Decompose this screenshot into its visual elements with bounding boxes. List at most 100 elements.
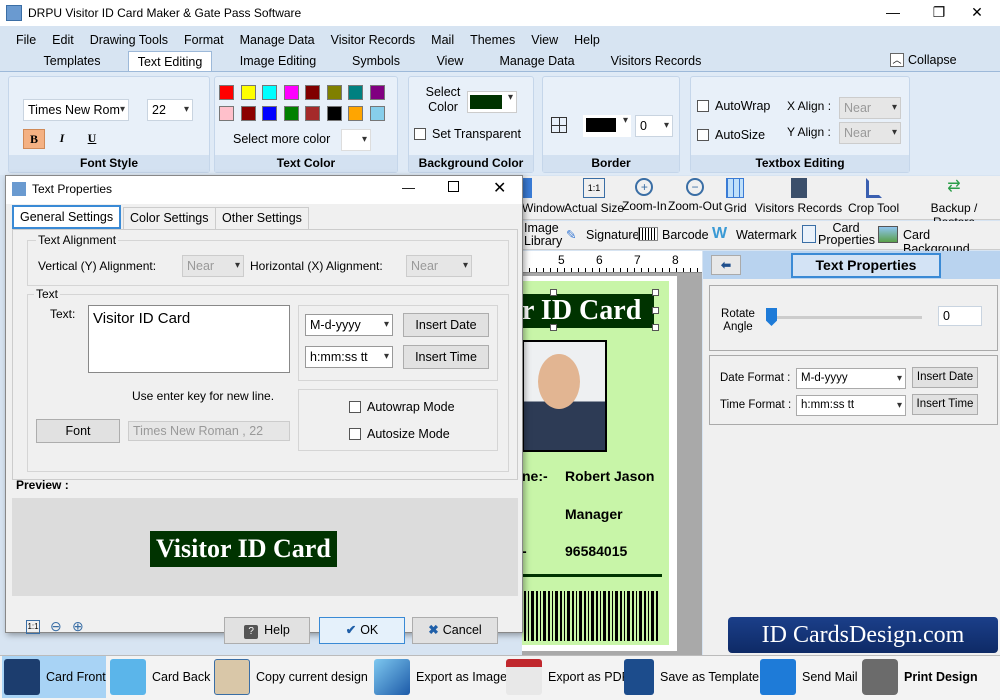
image-library-button[interactable]: Image Library — [524, 222, 564, 248]
menu-themes[interactable]: Themes — [462, 30, 523, 50]
text-input[interactable]: Visitor ID Card — [88, 305, 290, 373]
insert-date-button[interactable]: Insert Date — [403, 313, 489, 337]
resize-handle[interactable] — [652, 324, 659, 331]
visitors-records-button[interactable]: Visitors Records — [755, 178, 842, 215]
autosize-checkbox[interactable]: AutoSize — [697, 128, 765, 142]
date-format-select[interactable]: M-d-yyyy — [796, 368, 906, 389]
autowrap-mode-checkbox[interactable]: Autowrap Mode — [349, 400, 455, 414]
resize-handle[interactable] — [550, 324, 557, 331]
font-family-select[interactable]: Times New Rom — [23, 99, 129, 121]
tab-general-settings[interactable]: General Settings — [12, 205, 122, 229]
color-swatch[interactable] — [369, 85, 385, 100]
time-format-select[interactable]: h:mm:ss tt — [796, 395, 906, 416]
visitor-photo[interactable] — [522, 340, 607, 452]
crop-tool-button[interactable]: Crop Tool — [848, 178, 899, 215]
actual-size-button[interactable]: 1:1 Actual Size — [564, 178, 624, 215]
date-format-select[interactable]: M-d-yyyy — [305, 314, 393, 336]
x-align-select[interactable]: Near — [839, 97, 901, 119]
ok-button[interactable]: ✔ OK — [319, 617, 405, 644]
color-swatch[interactable] — [348, 106, 363, 121]
card-front-button[interactable]: Card Front — [2, 656, 106, 698]
border-color-picker[interactable] — [583, 115, 631, 137]
copy-design-button[interactable]: Copy current design — [214, 656, 368, 698]
color-swatch[interactable] — [240, 106, 256, 121]
tab-templates[interactable]: Templates — [36, 51, 108, 72]
close-button[interactable]: ✕ — [954, 0, 1000, 26]
color-swatch[interactable] — [326, 106, 342, 121]
menu-mail[interactable]: Mail — [423, 30, 462, 50]
visitor-phone[interactable]: 96584015 — [565, 543, 627, 559]
color-swatch[interactable] — [326, 85, 342, 100]
cancel-button[interactable]: ✖ Cancel — [412, 617, 498, 644]
id-card[interactable]: r ID Card ne:- Robert Jason Manager - 96… — [522, 281, 669, 645]
bold-button[interactable]: B — [23, 129, 45, 149]
tab-view[interactable]: View — [428, 51, 472, 72]
color-swatch[interactable] — [348, 85, 363, 100]
border-style-icon[interactable] — [551, 117, 567, 133]
dialog-close-button[interactable]: ✕ — [493, 178, 506, 198]
print-design-button[interactable]: Print Design — [862, 656, 978, 698]
tab-color-settings[interactable]: Color Settings — [123, 207, 216, 229]
zoom-out-icon[interactable]: ⊖ — [50, 618, 62, 635]
color-swatch[interactable] — [262, 106, 277, 121]
autosize-mode-checkbox[interactable]: Autosize Mode — [349, 427, 450, 441]
color-swatch[interactable] — [240, 85, 256, 100]
color-swatch[interactable] — [283, 85, 299, 100]
color-swatch[interactable] — [305, 85, 320, 100]
tab-visitors-records[interactable]: Visitors Records — [604, 51, 708, 72]
menu-format[interactable]: Format — [176, 30, 232, 50]
card-properties-button[interactable]: Card Properties — [818, 222, 875, 247]
font-button[interactable]: Font — [36, 419, 120, 443]
tab-manage-data[interactable]: Manage Data — [492, 51, 582, 72]
rotate-slider[interactable] — [768, 316, 922, 319]
barcode[interactable] — [524, 591, 660, 641]
italic-button[interactable]: I — [51, 129, 73, 149]
export-pdf-button[interactable]: Export as PDF — [506, 656, 629, 698]
card-back-button[interactable]: Card Back — [110, 656, 210, 698]
fit-window-button[interactable]: Window — [522, 178, 565, 215]
grid-button[interactable]: Grid — [724, 178, 747, 215]
tab-other-settings[interactable]: Other Settings — [215, 207, 309, 229]
resize-handle[interactable] — [652, 307, 659, 314]
menu-edit[interactable]: Edit — [44, 30, 82, 50]
insert-time-button[interactable]: Insert Time — [403, 345, 489, 369]
visitor-designation[interactable]: Manager — [565, 506, 623, 522]
menu-file[interactable]: File — [8, 30, 44, 50]
tab-symbols[interactable]: Symbols — [344, 51, 408, 72]
visitor-name[interactable]: Robert Jason — [565, 468, 654, 484]
underline-button[interactable]: U — [81, 129, 103, 149]
color-swatch[interactable] — [369, 106, 385, 121]
zoom-in-icon[interactable]: ⊕ — [72, 618, 84, 635]
rotate-slider-thumb[interactable] — [766, 308, 777, 326]
background-color-picker[interactable] — [467, 91, 517, 113]
color-swatch[interactable] — [219, 85, 234, 100]
zoom-out-button[interactable]: − Zoom-Out — [668, 178, 722, 213]
resize-handle[interactable] — [652, 289, 659, 296]
border-width-select[interactable]: 0 — [635, 115, 673, 137]
vertical-alignment-select[interactable]: Near — [182, 255, 244, 277]
menu-manage-data[interactable]: Manage Data — [232, 30, 323, 50]
horizontal-alignment-select[interactable]: Near — [406, 255, 472, 277]
set-transparent-checkbox[interactable]: Set Transparent — [414, 127, 521, 141]
menu-help[interactable]: Help — [566, 30, 608, 50]
tab-image-editing[interactable]: Image Editing — [232, 51, 324, 72]
color-swatch[interactable] — [262, 85, 277, 100]
actual-size-icon[interactable]: 1:1 — [26, 620, 40, 634]
insert-time-button[interactable]: Insert Time — [912, 394, 978, 415]
more-color-dropdown[interactable] — [341, 129, 371, 151]
watermark-button[interactable]: Watermark — [736, 228, 797, 242]
tab-text-editing[interactable]: Text Editing — [128, 51, 212, 72]
collapse-icon[interactable]: ︿ — [890, 53, 904, 67]
back-arrow-icon[interactable]: ⬅ — [711, 255, 741, 275]
menu-visitor-records[interactable]: Visitor Records — [323, 30, 424, 50]
help-button[interactable]: ? Help — [224, 617, 310, 644]
font-size-select[interactable]: 22 — [147, 99, 193, 121]
menu-view[interactable]: View — [523, 30, 566, 50]
dialog-minimize-button[interactable]: — — [402, 180, 415, 195]
collapse-button[interactable]: Collapse — [908, 53, 957, 67]
minimize-button[interactable]: — — [870, 0, 916, 26]
resize-handle[interactable] — [550, 289, 557, 296]
barcode-button[interactable]: Barcode — [662, 228, 709, 242]
card-title[interactable]: r ID Card — [522, 294, 654, 328]
insert-date-button[interactable]: Insert Date — [912, 367, 978, 388]
